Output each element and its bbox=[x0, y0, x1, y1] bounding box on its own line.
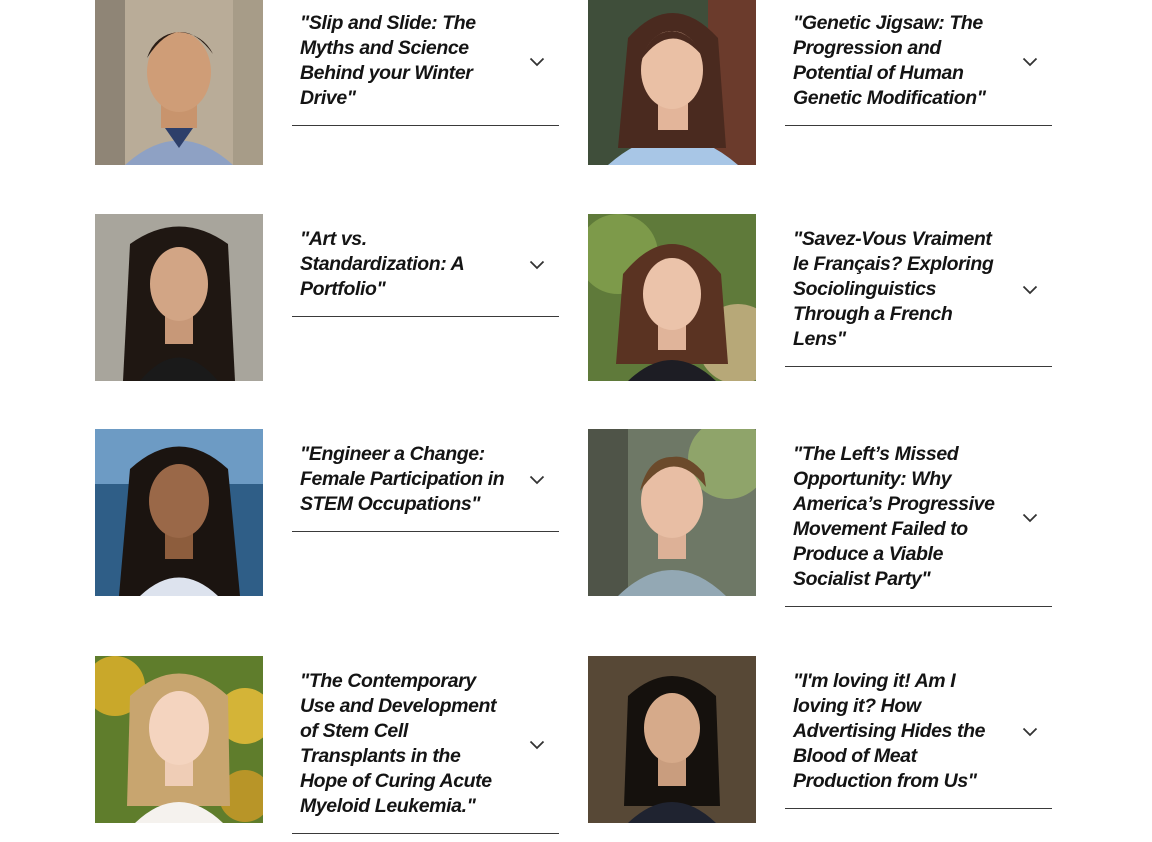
accordion-header[interactable]: "I'm loving it! Am I loving it? How Adve… bbox=[785, 656, 1052, 809]
student-photo bbox=[95, 214, 263, 381]
chevron-down-icon bbox=[1022, 285, 1038, 295]
student-photo bbox=[95, 429, 263, 596]
accordion-header[interactable]: "Art vs. Standardization: A Portfolio" bbox=[292, 214, 559, 317]
project-title: "Genetic Jigsaw: The Progression and Pot… bbox=[793, 12, 986, 109]
chevron-down-icon bbox=[1022, 57, 1038, 67]
student-photo bbox=[95, 0, 263, 165]
accordion-header[interactable]: "Savez-Vous Vraiment le Français? Explor… bbox=[785, 214, 1052, 367]
student-photo bbox=[588, 0, 756, 165]
student-photo bbox=[588, 429, 756, 596]
project-title: "Art vs. Standardization: A Portfolio" bbox=[300, 228, 464, 300]
accordion-header[interactable]: "Slip and Slide: The Myths and Science B… bbox=[292, 0, 559, 126]
project-title: "I'm loving it! Am I loving it? How Adve… bbox=[793, 670, 986, 792]
chevron-down-icon bbox=[1022, 727, 1038, 737]
accordion-header[interactable]: "Genetic Jigsaw: The Progression and Pot… bbox=[785, 0, 1052, 126]
chevron-down-icon bbox=[529, 475, 545, 485]
chevron-down-icon bbox=[529, 260, 545, 270]
student-photo bbox=[588, 656, 756, 823]
chevron-down-icon bbox=[1022, 513, 1038, 523]
accordion-header[interactable]: "The Left’s Missed Opportunity: Why Amer… bbox=[785, 429, 1052, 607]
project-title: "Engineer a Change: Female Participation… bbox=[300, 443, 505, 515]
chevron-down-icon bbox=[529, 57, 545, 67]
project-title: "Savez-Vous Vraiment le Français? Explor… bbox=[793, 228, 994, 350]
project-title: "The Contemporary Use and Development of… bbox=[300, 670, 497, 817]
chevron-down-icon bbox=[529, 740, 545, 750]
student-photo bbox=[95, 656, 263, 823]
accordion-header[interactable]: "Engineer a Change: Female Participation… bbox=[292, 429, 559, 532]
accordion-header[interactable]: "The Contemporary Use and Development of… bbox=[292, 656, 559, 834]
project-title: "Slip and Slide: The Myths and Science B… bbox=[300, 12, 476, 109]
student-photo bbox=[588, 214, 756, 381]
project-title: "The Left’s Missed Opportunity: Why Amer… bbox=[793, 443, 995, 590]
